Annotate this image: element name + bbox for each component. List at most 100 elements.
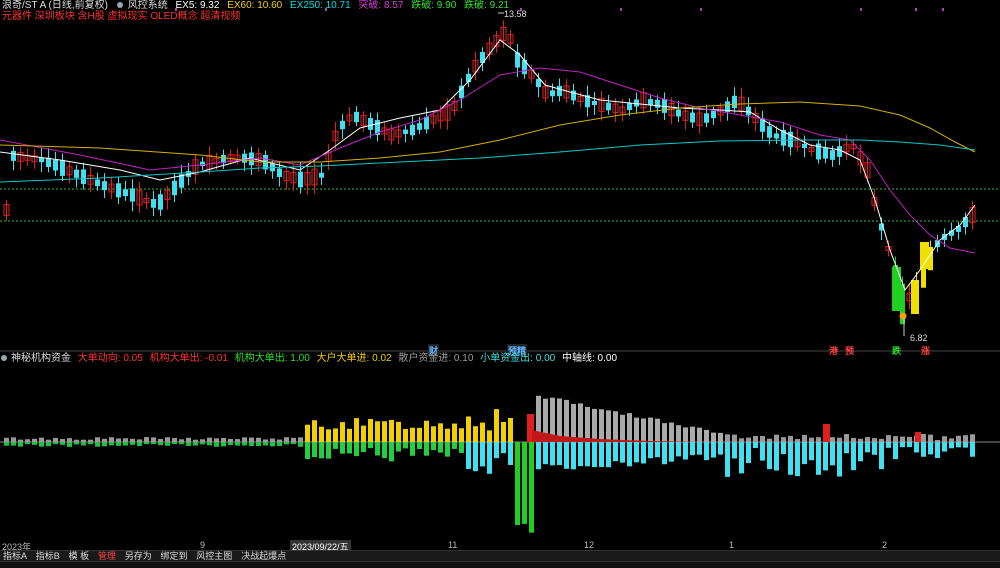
inflow-bar (718, 432, 723, 442)
inflow-bar (438, 423, 443, 442)
outflow-bar (606, 442, 611, 468)
tab-bind-to[interactable]: 绑定到 (157, 551, 190, 561)
outflow-bar (627, 442, 632, 467)
inst-bar (915, 432, 921, 442)
outflow-bar (368, 442, 373, 449)
top-tick (620, 8, 622, 11)
candle-body (746, 106, 751, 116)
outflow-bar (830, 442, 835, 466)
outflow-bar (25, 442, 30, 445)
outflow-bar (732, 442, 737, 459)
outflow-bar (676, 442, 681, 457)
inflow-bar (494, 409, 499, 442)
outflow-bar (81, 442, 86, 446)
tab-breakout[interactable]: 决战起爆点 (238, 551, 289, 561)
outflow-bar (305, 442, 310, 460)
inflow-bar (837, 437, 842, 442)
tab-manage[interactable]: 管理 (95, 551, 119, 561)
outflow-bar (704, 442, 709, 461)
outflow-bar (347, 442, 352, 454)
outflow-bar (396, 442, 401, 452)
outflow-bar (11, 442, 16, 446)
concept-tags: 元器件 深圳板块 含H股 虚拟现实 OLED概念 超清视频 (2, 11, 241, 22)
outflow-bar (452, 442, 457, 449)
candle-body (711, 110, 716, 119)
tab-risk-main[interactable]: 风控主图 (193, 551, 235, 561)
candle-body (655, 99, 660, 108)
outflow-bar (970, 442, 975, 457)
inflow-bar (375, 421, 380, 442)
tab-template[interactable]: 模 板 (66, 551, 93, 561)
inflow-bar (445, 428, 450, 442)
indicator-dot-icon (1, 355, 7, 362)
inflow-bar (158, 438, 163, 442)
outflow-bar (263, 442, 268, 446)
outflow-bar (228, 442, 233, 446)
inflow-bar (116, 438, 121, 442)
inflow-bar (4, 437, 9, 442)
candle-body (557, 85, 562, 97)
outflow-bar (557, 442, 562, 466)
inflow-bar (781, 437, 786, 442)
outflow-bar (515, 442, 520, 526)
inflow-bar (704, 429, 709, 442)
outflow-bar (46, 442, 51, 447)
outflow-bar (53, 442, 58, 445)
outflow-bar (18, 442, 23, 447)
candle-body (606, 102, 611, 111)
outflow-bar (956, 442, 961, 448)
ind-retail-in: 散户资金进: 0.10 (398, 353, 474, 364)
tab-indicator-a[interactable]: 指标A (0, 551, 30, 561)
date-tick: 11 (448, 540, 458, 550)
inflow-bar (921, 434, 926, 442)
candle-body (536, 78, 541, 88)
inflow-bar (564, 399, 569, 442)
outflow-bar (760, 442, 765, 461)
outflow-bar (711, 442, 716, 458)
main-price-chart[interactable] (0, 0, 1000, 352)
outflow-bar (207, 442, 212, 446)
indicator-chart[interactable] (0, 352, 1000, 540)
inflow-bar (340, 422, 345, 442)
inflow-bar (137, 439, 142, 442)
outflow-bar (123, 442, 128, 446)
candle-body (648, 99, 653, 105)
candle-body (53, 159, 58, 171)
outflow-bar (270, 442, 275, 447)
inflow-bar (739, 438, 744, 442)
inflow-bar (389, 419, 394, 442)
inflow-bar (277, 439, 282, 442)
outflow-bar (690, 442, 695, 456)
inflow-bar (81, 439, 86, 442)
inflow-bar (648, 417, 653, 442)
inflow-bar (410, 427, 415, 442)
inflow-bar (179, 439, 184, 442)
outflow-bar (858, 442, 863, 462)
candle-body (130, 188, 135, 202)
outflow-bar (67, 442, 72, 447)
outflow-bar (466, 442, 471, 469)
inflow-bar (788, 435, 793, 442)
outflow-bar (865, 442, 870, 453)
outflow-bar (508, 442, 513, 465)
tab-indicator-b[interactable]: 指标B (33, 551, 63, 561)
inflow-bar (774, 434, 779, 442)
inflow-bar (102, 438, 107, 442)
inflow-bar (305, 424, 310, 442)
ma-break-up: 突破: 8.57 (358, 0, 404, 11)
candle-body (81, 169, 86, 185)
candle-body (158, 194, 163, 210)
candle-body (676, 109, 681, 117)
inflow-bar (865, 437, 870, 442)
inflow-bar (473, 426, 478, 442)
date-tick: 9 (200, 540, 206, 550)
outflow-bar (837, 442, 842, 477)
tab-save-as[interactable]: 另存为 (122, 551, 155, 561)
inflow-bar (333, 428, 338, 442)
outflow-bar (375, 442, 380, 456)
candle-body (592, 100, 597, 106)
inflow-bar (193, 439, 198, 442)
outflow-bar (781, 442, 786, 455)
inflow-bar (949, 438, 954, 442)
ma-ex250: EX250: 10.71 (290, 0, 351, 11)
